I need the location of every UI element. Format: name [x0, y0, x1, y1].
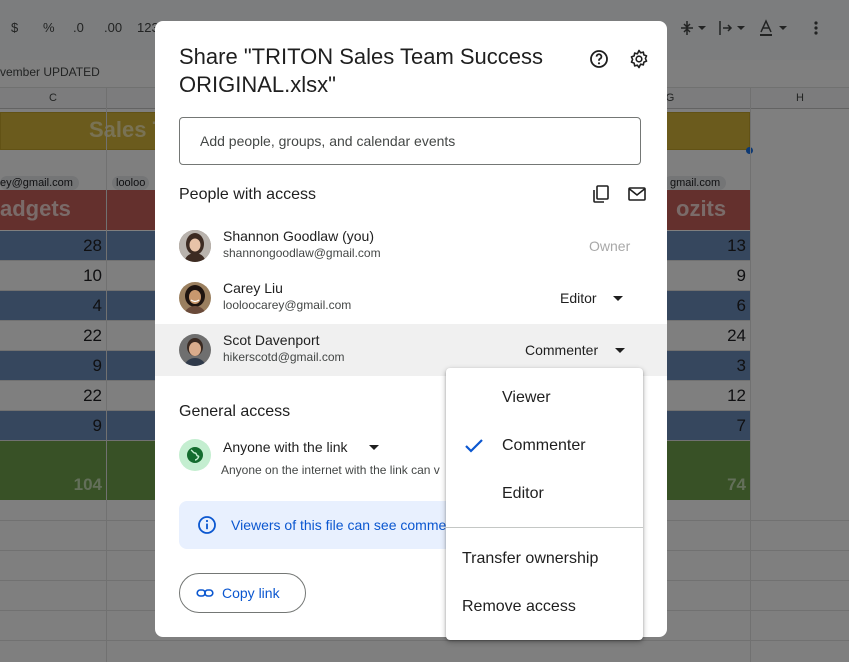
check-icon: [464, 437, 484, 460]
caret-down-icon[interactable]: [613, 296, 623, 301]
link-access-dropdown[interactable]: Anyone with the link: [223, 439, 348, 455]
menu-item-label: Transfer ownership: [462, 550, 599, 567]
person-email: shannongoodlaw@gmail.com: [223, 246, 381, 260]
person-name: Shannon Goodlaw (you): [223, 228, 374, 244]
menu-item-label: Viewer: [502, 389, 551, 406]
avatar: [179, 230, 211, 262]
caret-down-icon[interactable]: [615, 348, 625, 353]
menu-item-editor[interactable]: Editor: [446, 471, 643, 519]
person-row-editor: Carey Liu looloocarey@gmail.com Editor: [155, 272, 667, 324]
person-email: hikerscotd@gmail.com: [223, 350, 345, 364]
caret-down-icon[interactable]: [369, 445, 379, 450]
menu-item-viewer[interactable]: Viewer: [446, 375, 643, 423]
link-access-description: Anyone on the internet with the link can…: [221, 463, 440, 477]
avatar: [179, 282, 211, 314]
comments-notice: Viewers of this file can see comme: [179, 501, 479, 549]
add-people-field[interactable]: [179, 117, 641, 165]
menu-item-remove-access[interactable]: Remove access: [446, 584, 643, 632]
person-email: looloocarey@gmail.com: [223, 298, 352, 312]
menu-item-label: Remove access: [462, 598, 576, 615]
gear-icon[interactable]: [627, 47, 651, 71]
link-icon: [196, 585, 214, 606]
role-menu: Viewer Commenter Editor Transfer ownersh…: [446, 368, 643, 640]
role-dropdown-editor[interactable]: Editor: [560, 290, 597, 306]
role-dropdown-commenter[interactable]: Commenter: [525, 342, 598, 358]
globe-icon: [179, 439, 211, 471]
dialog-title: Share "TRITON Sales Team Success ORIGINA…: [179, 44, 544, 97]
menu-item-label: Commenter: [502, 437, 586, 454]
menu-item-label: Editor: [502, 485, 544, 502]
mail-icon[interactable]: [625, 182, 649, 206]
notice-text: Viewers of this file can see comme: [231, 517, 447, 533]
menu-item-transfer-ownership[interactable]: Transfer ownership: [446, 536, 643, 584]
menu-item-commenter[interactable]: Commenter: [446, 423, 643, 471]
person-row-owner: Shannon Goodlaw (you) shannongoodlaw@gma…: [155, 220, 667, 272]
people-with-access-heading: People with access: [179, 186, 316, 203]
help-icon[interactable]: [587, 47, 611, 71]
copy-emails-icon[interactable]: [589, 182, 613, 206]
avatar: [179, 334, 211, 366]
role-label-owner: Owner: [589, 238, 631, 254]
menu-divider: [446, 527, 643, 528]
copy-link-button[interactable]: Copy link: [179, 573, 306, 613]
general-access-heading: General access: [179, 403, 291, 420]
copy-link-label: Copy link: [222, 585, 280, 601]
person-name: Carey Liu: [223, 280, 283, 296]
person-name: Scot Davenport: [223, 332, 320, 348]
add-people-input[interactable]: [180, 118, 620, 164]
